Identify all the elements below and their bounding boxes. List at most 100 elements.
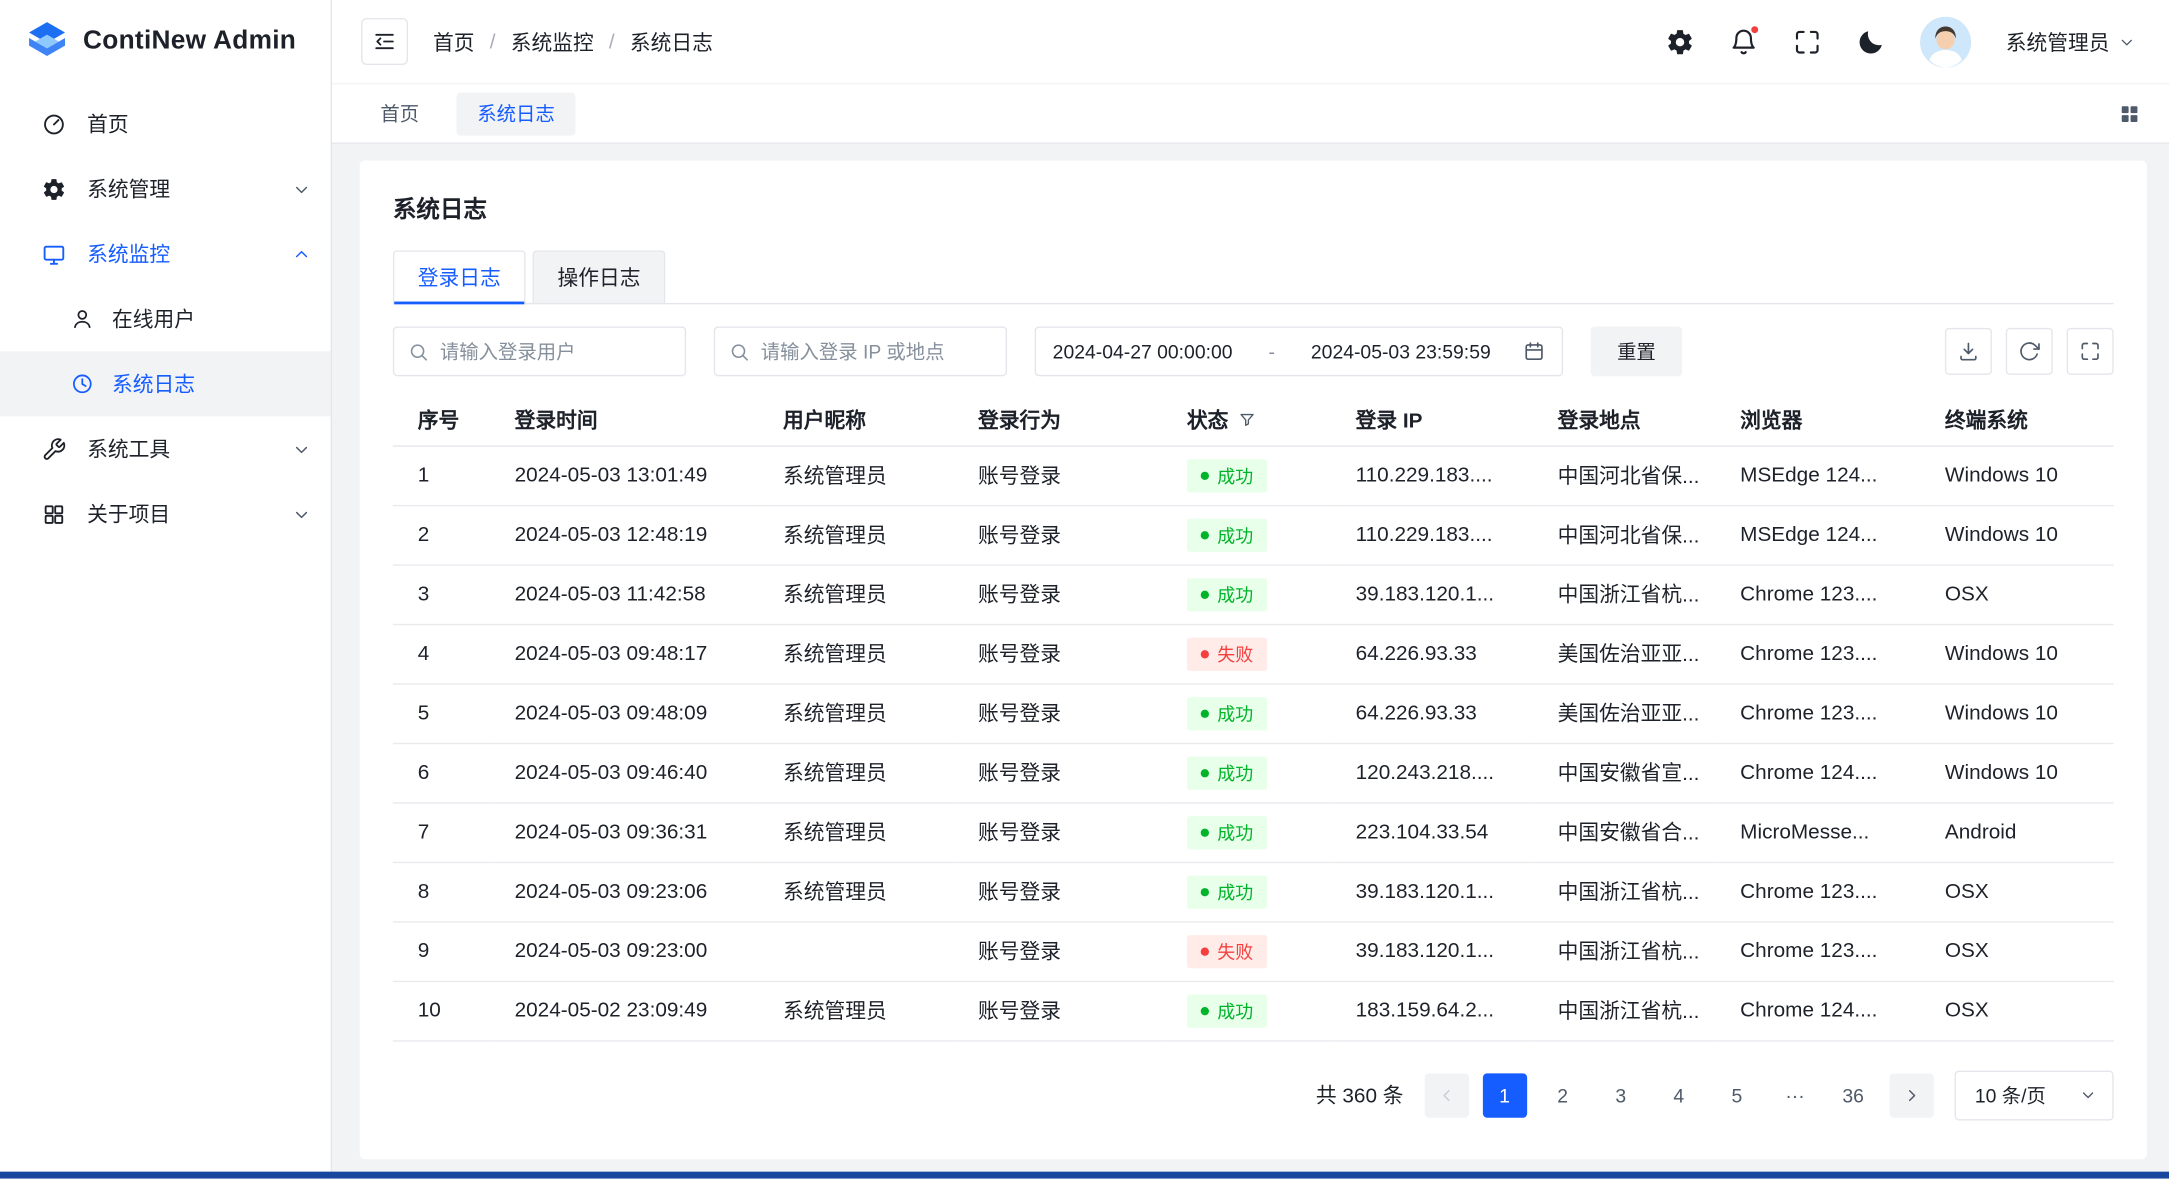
search-icon [408,341,429,362]
status-label: 成功 [1217,522,1253,548]
notifications-bell-icon[interactable] [1729,27,1758,56]
dashboard-icon [41,111,66,136]
pagination-page-36[interactable]: 36 [1831,1073,1875,1117]
search-icon [729,341,750,362]
filter-bar: 2024-04-27 00:00:00 - 2024-05-03 23:59:5… [393,326,2114,376]
tab-actions-grid-icon[interactable] [2118,102,2142,126]
cell-os: Windows 10 [1920,743,2114,802]
status-badge: 成功 [1187,875,1267,908]
cell-status: 成功 [1162,505,1331,564]
avatar[interactable] [1920,16,1971,67]
cell-nickname: 系统管理员 [758,564,953,623]
sidebar-item-system-management[interactable]: 系统管理 [0,156,331,221]
sidebar-item-label: 系统监控 [87,239,170,268]
cell-nickname: 系统管理员 [758,802,953,861]
fullscreen-icon[interactable] [1793,27,1822,56]
status-label: 成功 [1217,700,1253,726]
system-log-card: 系统日志 登录日志 操作日志 2024-04-27 00:00: [360,160,2147,1159]
cell-nickname: 系统管理员 [758,624,953,683]
settings-gear-icon[interactable] [1665,27,1694,56]
status-dot-icon [1201,649,1209,657]
login-user-search[interactable] [393,326,686,376]
cell-ip: 120.243.218.... [1331,743,1533,802]
cell-login-time: 2024-05-03 09:23:00 [490,921,758,980]
status-label: 成功 [1217,878,1253,904]
cell-os: OSX [1920,921,2114,980]
topbar: 首页 / 系统监控 / 系统日志 [332,0,2169,83]
cell-status: 成功 [1162,564,1331,623]
sidebar-item-system-tools[interactable]: 系统工具 [0,416,331,481]
status-badge: 失败 [1187,934,1267,967]
cell-nickname: 系统管理员 [758,743,953,802]
bottom-taskbar-strip [0,1172,2169,1179]
page-tab-home[interactable]: 首页 [360,92,440,135]
cell-no: 3 [393,564,490,623]
pagination-next-button[interactable] [1889,1073,1933,1117]
page-tabbar: 首页 系统日志 [332,83,2169,144]
login-ip-input[interactable] [761,340,992,362]
cell-location: 中国河北省保... [1533,445,1716,504]
cell-ip: 110.229.183.... [1331,505,1533,564]
page-title: 系统日志 [393,190,2114,225]
status-badge: 成功 [1187,459,1267,492]
pagination-page-5[interactable]: 5 [1715,1073,1759,1117]
cell-browser: Chrome 123.... [1715,862,1920,921]
refresh-button[interactable] [2006,328,2053,375]
cell-behavior: 账号登录 [953,564,1162,623]
status-label: 失败 [1217,938,1253,964]
download-icon [1957,340,1979,362]
cell-browser: MSEdge 124... [1715,445,1920,504]
sidebar-item-online-users[interactable]: 在线用户 [0,286,331,351]
login-ip-search[interactable] [714,326,1007,376]
export-download-button[interactable] [1945,328,1992,375]
filter-funnel-icon[interactable] [1238,410,1256,428]
topbar-actions: 系统管理员 [1665,16,2135,67]
column-header-behavior: 登录行为 [953,394,1162,445]
table-row: 4 2024-05-03 09:48:17 系统管理员 账号登录 失败 64.2… [393,624,2114,683]
sidebar-item-system-monitor[interactable]: 系统监控 [0,221,331,286]
cell-browser: Chrome 124.... [1715,981,1920,1040]
app-logo[interactable]: ContiNew Admin [0,0,331,83]
cell-status: 成功 [1162,743,1331,802]
breadcrumb-item[interactable]: 系统监控 [511,27,594,56]
tab-operation-log[interactable]: 操作日志 [533,250,666,303]
cell-ip: 64.226.93.33 [1331,624,1533,683]
monitor-icon [41,241,66,266]
breadcrumb-item[interactable]: 首页 [433,27,475,56]
sidebar-item-system-logs[interactable]: 系统日志 [0,351,331,416]
dark-mode-moon-icon[interactable] [1856,27,1885,56]
sidebar-item-home[interactable]: 首页 [0,91,331,156]
table-fullscreen-button[interactable] [2067,328,2114,375]
pagination-page-4[interactable]: 4 [1657,1073,1701,1117]
cell-status: 失败 [1162,624,1331,683]
cell-behavior: 账号登录 [953,505,1162,564]
column-header-browser: 浏览器 [1715,394,1920,445]
table-row: 6 2024-05-03 09:46:40 系统管理员 账号登录 成功 120.… [393,743,2114,802]
date-start-value: 2024-04-27 00:00:00 [1053,340,1233,362]
reset-button[interactable]: 重置 [1591,326,1682,376]
date-range-picker[interactable]: 2024-04-27 00:00:00 - 2024-05-03 23:59:5… [1035,326,1563,376]
page-size-select[interactable]: 10 条/页 [1954,1070,2114,1120]
status-label: 成功 [1217,759,1253,785]
sidebar-item-about-project[interactable]: 关于项目 [0,481,331,546]
status-label: 成功 [1217,462,1253,488]
login-user-input[interactable] [440,340,671,362]
sidebar-collapse-button[interactable] [361,18,408,65]
table-row: 9 2024-05-03 09:23:00 账号登录 失败 39.183.120… [393,921,2114,980]
chevron-right-icon [1902,1085,1921,1104]
cell-login-time: 2024-05-03 09:48:09 [490,683,758,742]
tab-login-log[interactable]: 登录日志 [393,250,526,303]
breadcrumb: 首页 / 系统监控 / 系统日志 [433,27,713,56]
user-menu[interactable]: 系统管理员 [2006,27,2136,56]
breadcrumb-item[interactable]: 系统日志 [630,27,713,56]
pagination-ellipsis[interactable]: ··· [1773,1073,1817,1117]
cell-location: 中国浙江省杭... [1533,564,1716,623]
pagination-page-1[interactable]: 1 [1482,1073,1526,1117]
cell-os: Windows 10 [1920,624,2114,683]
table-row: 1 2024-05-03 13:01:49 系统管理员 账号登录 成功 110.… [393,445,2114,504]
pagination-prev-button[interactable] [1424,1073,1468,1117]
pagination-page-2[interactable]: 2 [1540,1073,1584,1117]
pagination-page-3[interactable]: 3 [1599,1073,1643,1117]
status-badge: 成功 [1187,518,1267,551]
page-tab-system-logs[interactable]: 系统日志 [456,92,575,135]
